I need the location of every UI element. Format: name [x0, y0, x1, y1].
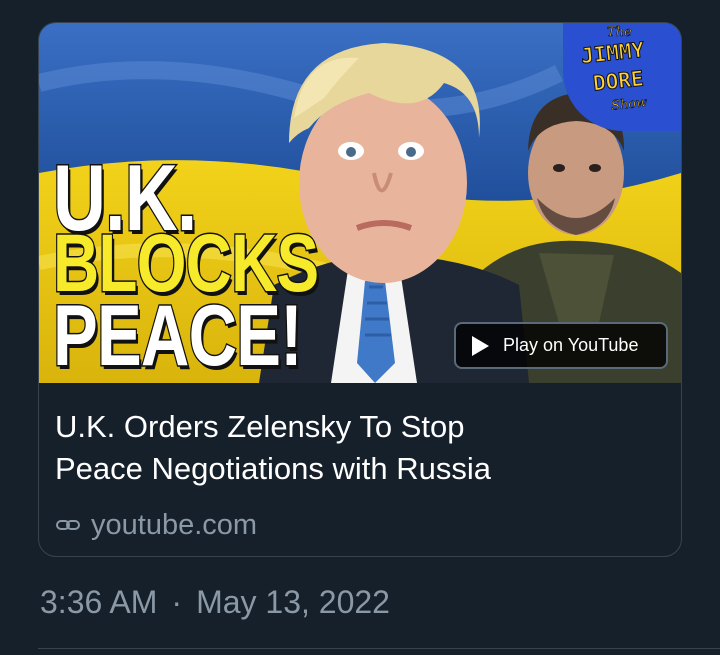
card-title-line-1: U.K. Orders Zelensky To Stop [55, 409, 465, 444]
logo-jimmy: JIMMY [579, 37, 646, 69]
link-icon [55, 509, 81, 542]
card-title[interactable]: U.K. Orders Zelensky To Stop Peace Negot… [55, 406, 667, 490]
card-title-line-2: Peace Negotiations with Russia [55, 451, 491, 486]
logo-show: Show [610, 95, 648, 114]
separator-dot: · [171, 584, 183, 620]
divider [38, 648, 720, 649]
play-on-youtube-button[interactable]: Play on YouTube [454, 322, 668, 369]
card-domain[interactable]: youtube.com [55, 509, 257, 542]
tweet-time: 3:36 AM [40, 584, 158, 620]
logo-the: The [607, 25, 632, 41]
play-button-label: Play on YouTube [503, 335, 639, 355]
play-icon [472, 335, 489, 356]
logo-dore: DORE [591, 66, 645, 96]
tweet-date: May 13, 2022 [196, 584, 390, 620]
headline-line-3: PEACE! [52, 288, 304, 383]
video-thumbnail[interactable]: U.K. BLOCKS PEACE! The JIMMY DORE Show P… [39, 23, 681, 383]
card-domain-text: youtube.com [91, 509, 258, 541]
link-preview-card[interactable]: U.K. BLOCKS PEACE! The JIMMY DORE Show P… [38, 22, 682, 557]
tweet-timestamp[interactable]: 3:36 AM · May 13, 2022 [40, 584, 390, 621]
